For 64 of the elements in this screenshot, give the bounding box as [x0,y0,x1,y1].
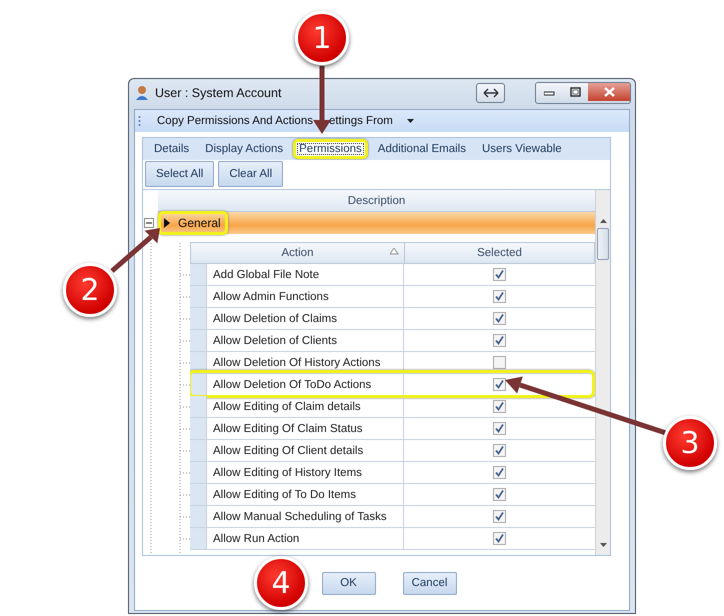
table-cell: Allow Editing of To Do Items [207,484,404,505]
table-cell: Allow Editing of History Items [207,462,404,483]
callout-arrow [110,228,160,273]
callout-badge: 1 [295,11,349,65]
table-cell: Allow Editing Of Client details [207,440,404,461]
grip-icon [138,115,141,127]
table-cell: Add Global File Note [207,264,404,285]
checkbox[interactable] [493,400,506,413]
table-cell: Allow Manual Scheduling of Tasks [207,506,404,527]
dialog-button[interactable]: OK [322,572,376,594]
checkbox[interactable] [493,488,506,501]
checkbox[interactable] [493,510,506,523]
checkbox[interactable] [493,422,506,435]
copy-settings-menu[interactable]: ettings From [328,115,393,127]
checkbox[interactable] [493,334,506,347]
checkbox[interactable] [493,290,506,303]
group-row[interactable]: General [158,212,595,234]
copy-settings-menu[interactable]: Copy Permissions And Actions [157,115,313,127]
table-cell: Allow Deletion of Claims [207,308,404,329]
close-icon [604,87,614,97]
table-cell: Allow Deletion Of History Actions [207,352,404,373]
group-name: General [178,216,221,230]
swap-button[interactable] [476,83,505,103]
minimize-button[interactable] [536,83,562,101]
scroll-down-icon[interactable] [600,543,606,547]
tab[interactable]: Display Actions [199,139,290,159]
checkbox[interactable] [493,268,506,281]
checkbox[interactable] [493,356,506,369]
sort-icon [390,248,399,255]
callout-badge: 2 [63,263,117,317]
scrollbar-thumb[interactable] [597,228,609,260]
toolbar-button[interactable]: Select All [145,161,214,187]
checkbox[interactable] [493,466,506,479]
checkbox[interactable] [493,312,506,325]
table-cell: Allow Deletion of Clients [207,330,404,351]
checkbox[interactable] [493,378,506,391]
toolbar-button[interactable]: Clear All [218,161,284,187]
table-cell: Allow Run Action [207,528,404,549]
swap-icon [482,88,498,98]
table-cell: Allow Editing Of Claim Status [207,418,404,439]
table-cell: Allow Deletion Of ToDo Actions [207,374,404,395]
collapse-icon[interactable] [144,218,154,228]
column-header[interactable]: Action [282,247,314,259]
callout-arrow [313,66,331,134]
tab[interactable]: Users Viewable [476,139,568,159]
table-cell: Allow Admin Functions [207,286,404,307]
maximize-icon [570,87,580,97]
checkbox[interactable] [493,444,506,457]
tab[interactable]: Additional Emails [372,139,472,159]
callout-badge: 3 [663,416,717,470]
caret-icon[interactable] [406,119,414,123]
row-pointer-icon [164,218,170,228]
tab[interactable]: Permissions [293,139,368,159]
column-header[interactable]: Selected [477,247,522,259]
checkbox[interactable] [493,532,506,545]
window-title: User : System Account [155,86,282,100]
tab[interactable]: Details [148,139,196,159]
column-header: Description [158,190,595,212]
table-cell: Allow Editing of Claim details [207,396,404,417]
close-button[interactable] [588,83,630,101]
scroll-up-icon[interactable] [600,219,606,223]
maximize-button[interactable] [562,83,588,101]
dialog-button[interactable]: Cancel [402,572,456,594]
user-icon [135,85,149,101]
